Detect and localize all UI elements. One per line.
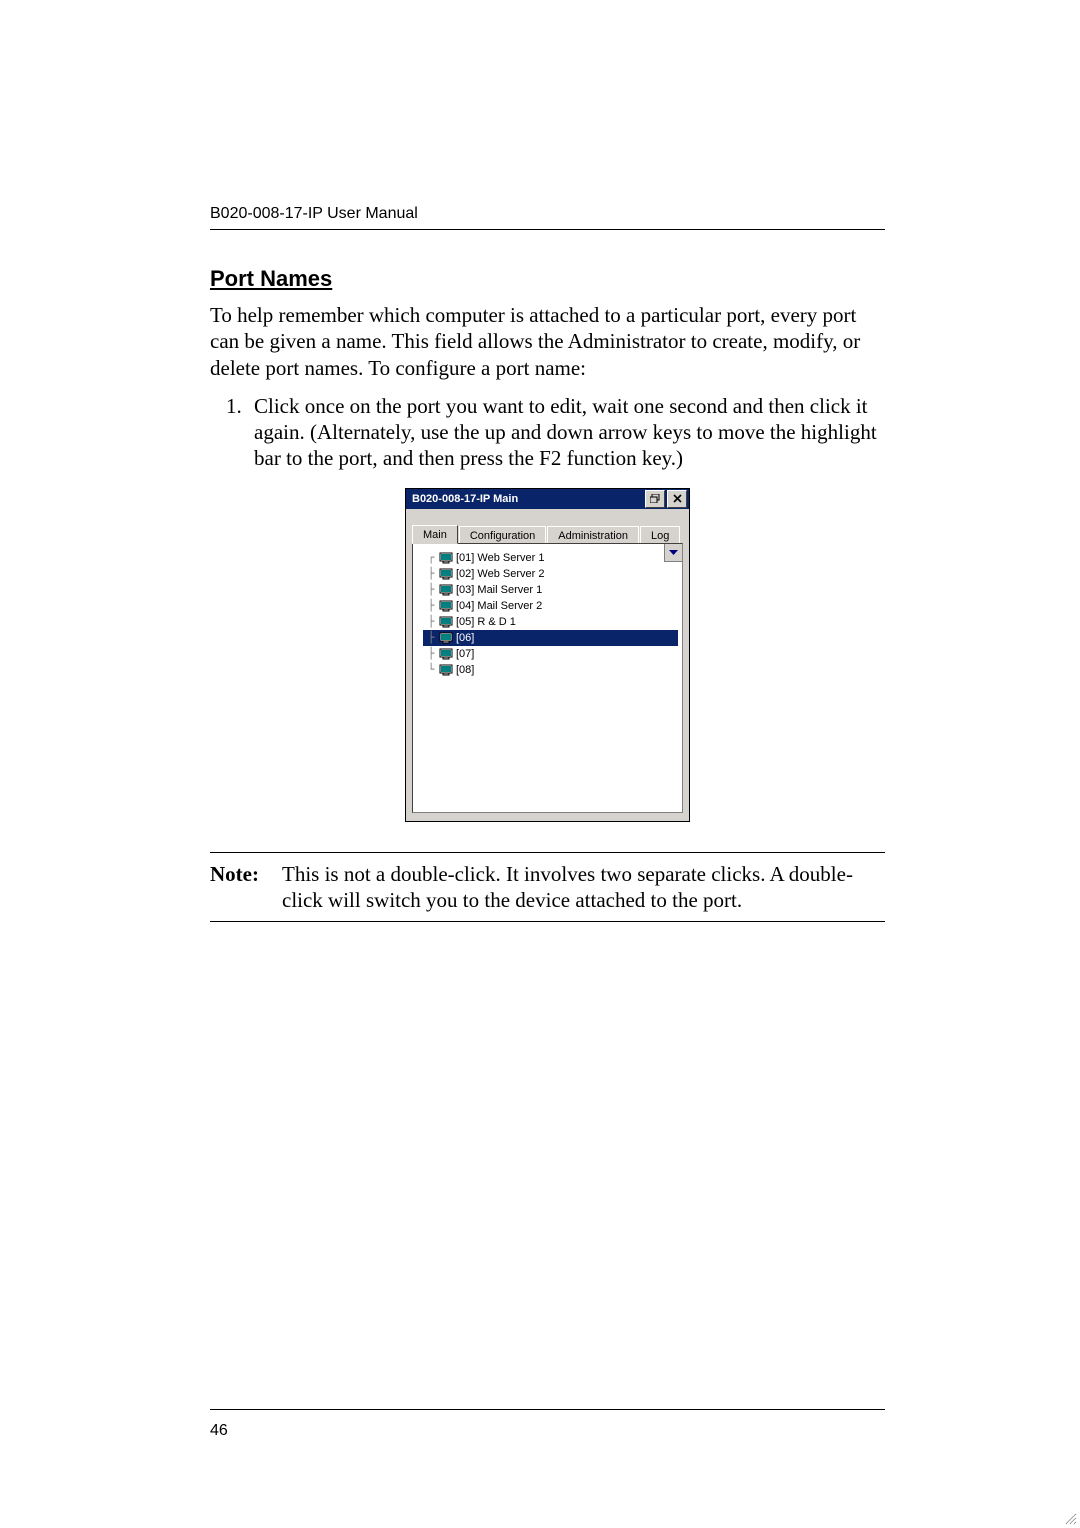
computer-icon xyxy=(439,584,453,596)
computer-icon xyxy=(439,616,453,628)
tab-administration[interactable]: Administration xyxy=(547,526,639,544)
intro-paragraph: To help remember which computer is attac… xyxy=(210,302,885,381)
computer-icon xyxy=(439,600,453,612)
window-title: B020-008-17-IP Main xyxy=(408,493,643,505)
restore-button[interactable] xyxy=(645,490,665,508)
computer-icon xyxy=(439,648,453,660)
tree-branch: ├ xyxy=(423,630,439,646)
running-header: B020-008-17-IP User Manual xyxy=(210,205,885,230)
note-label: Note: xyxy=(210,861,282,914)
computer-icon xyxy=(439,552,453,564)
footer-rule xyxy=(210,1409,885,1410)
page-number: 46 xyxy=(210,1422,228,1440)
port-row[interactable]: ├ [05] R & D 1 xyxy=(423,614,678,630)
port-tree: ┌ [01] Web Server 1 ├ [02] Web Server 2 ├ [03… xyxy=(413,544,682,682)
port-row[interactable]: ┌ [01] Web Server 1 xyxy=(423,550,678,566)
scroll-down-icon xyxy=(669,550,678,555)
port-row[interactable]: ├ [07] xyxy=(423,646,678,662)
scroll-button[interactable] xyxy=(664,544,682,562)
port-label: [07] xyxy=(456,646,474,662)
close-button[interactable] xyxy=(667,490,687,508)
resize-grip[interactable] xyxy=(1063,1511,1077,1525)
tab-configuration[interactable]: Configuration xyxy=(459,526,546,544)
computer-icon xyxy=(439,568,453,580)
step-1-text: Click once on the port you want to edit,… xyxy=(254,394,877,471)
section-title: Port Names xyxy=(210,266,885,292)
tree-branch: ├ xyxy=(423,582,439,598)
port-label: [01] Web Server 1 xyxy=(456,550,544,566)
port-label: [06] xyxy=(456,630,474,646)
port-label: [05] R & D 1 xyxy=(456,614,516,630)
port-row[interactable]: ├ [06] xyxy=(423,630,678,646)
port-row[interactable]: ├ [03] Mail Server 1 xyxy=(423,582,678,598)
note-block: Note: This is not a double-click. It inv… xyxy=(210,852,885,923)
note-text: This is not a double-click. It involves … xyxy=(282,861,885,914)
tree-branch: ├ xyxy=(423,614,439,630)
tree-branch: ┌ xyxy=(423,550,439,566)
port-label: [08] xyxy=(456,662,474,678)
tree-branch: ├ xyxy=(423,598,439,614)
computer-icon xyxy=(439,632,453,644)
tab-main[interactable]: Main xyxy=(412,525,458,544)
list-marker: 1. xyxy=(226,393,254,419)
port-label: [03] Mail Server 1 xyxy=(456,582,542,598)
computer-icon xyxy=(439,664,453,676)
close-icon xyxy=(673,494,682,503)
tree-branch: ├ xyxy=(423,566,439,582)
tab-log[interactable]: Log xyxy=(640,526,680,544)
tree-branch: ├ xyxy=(423,646,439,662)
restore-icon xyxy=(650,494,660,503)
tree-pane: ┌ [01] Web Server 1 ├ [02] Web Server 2 ├ [03… xyxy=(412,543,683,813)
port-row[interactable]: └ [08] xyxy=(423,662,678,678)
step-1: 1.Click once on the port you want to edi… xyxy=(210,393,885,472)
port-label: [04] Mail Server 2 xyxy=(456,598,542,614)
titlebar: B020-008-17-IP Main xyxy=(406,489,689,509)
tree-branch: └ xyxy=(423,662,439,678)
app-window: B020-008-17-IP Main Main Configuration A… xyxy=(405,488,690,822)
resize-grip-icon xyxy=(1063,1511,1077,1525)
port-row[interactable]: ├ [04] Mail Server 2 xyxy=(423,598,678,614)
port-label: [02] Web Server 2 xyxy=(456,566,544,582)
tab-bar: Main Configuration Administration Log xyxy=(412,517,683,543)
port-row[interactable]: ├ [02] Web Server 2 xyxy=(423,566,678,582)
